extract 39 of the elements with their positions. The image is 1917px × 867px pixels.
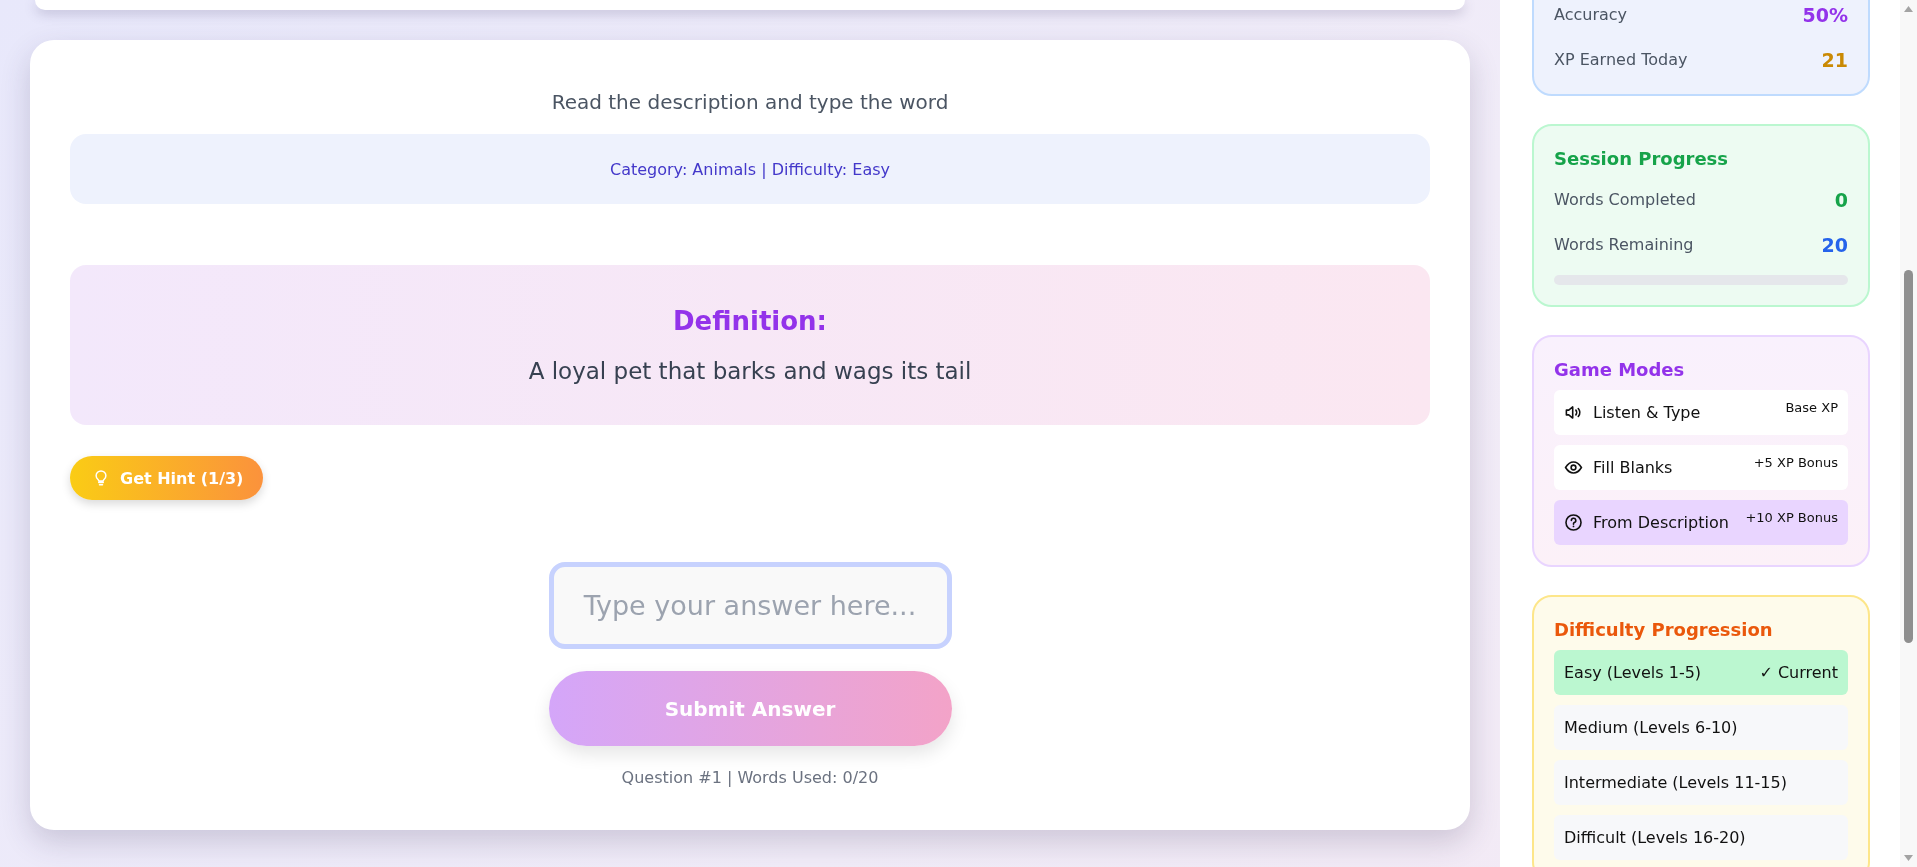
- stat-value: 21: [1821, 48, 1848, 71]
- mode-label: Fill Blanks: [1593, 458, 1674, 477]
- card-title: Difficulty Progression: [1554, 619, 1774, 640]
- mode-bonus: +5 XP Bonus: [1753, 455, 1838, 470]
- level-label: Medium (Levels 6-10): [1564, 718, 1738, 737]
- mode-label: From Description: [1593, 513, 1730, 532]
- mode-option[interactable]: Listen & Type Base XP: [1554, 390, 1848, 435]
- stat-value: 50%: [1802, 3, 1848, 26]
- scroll-thumb[interactable]: [1904, 270, 1913, 643]
- definition-text: A loyal pet that barks and wags its tail: [528, 358, 972, 384]
- stat-label: XP Earned Today: [1554, 50, 1688, 69]
- level-label: Intermediate (Levels 11-15): [1564, 773, 1787, 792]
- speaker-icon: [1564, 403, 1583, 422]
- scroll-up-icon[interactable]: [1904, 6, 1913, 12]
- card-title: Session Progress: [1554, 148, 1730, 169]
- level-label: Easy (Levels 1-5): [1564, 663, 1702, 682]
- stat-label: Accuracy: [1554, 5, 1628, 24]
- definition-title: Definition:: [673, 306, 827, 336]
- category-banner: Category: Animals | Difficulty: Easy: [70, 134, 1430, 204]
- lightbulb-icon: [92, 469, 110, 487]
- scrollbar[interactable]: [1900, 0, 1917, 867]
- current-label: ✓ Current: [1759, 663, 1838, 682]
- stat-value: 20: [1821, 233, 1848, 256]
- stat-value: 0: [1834, 188, 1848, 211]
- scroll-down-icon[interactable]: [1904, 855, 1913, 861]
- mode-option[interactable]: From Description +10 XP Bonus: [1554, 500, 1848, 545]
- stat-label: Words Remaining: [1554, 235, 1694, 254]
- stat-label: Words Completed: [1554, 190, 1696, 209]
- mode-bonus: Base XP: [1785, 400, 1838, 415]
- eye-icon: [1564, 458, 1583, 477]
- mode-bonus: +10 XP Bonus: [1745, 510, 1838, 525]
- mode-label: Listen & Type: [1593, 403, 1702, 422]
- mode-option[interactable]: Fill Blanks +5 XP Bonus: [1554, 445, 1848, 490]
- instruction-text: Read the description and type the word: [551, 90, 949, 114]
- card-title: Game Modes: [1554, 359, 1686, 380]
- question-counter: Question #1 | Words Used: 0/20: [621, 768, 879, 787]
- question-icon: [1564, 513, 1583, 532]
- answer-field[interactable]: Type your answer here...: [548, 562, 952, 649]
- level-label: Difficult (Levels 16-20): [1564, 828, 1746, 847]
